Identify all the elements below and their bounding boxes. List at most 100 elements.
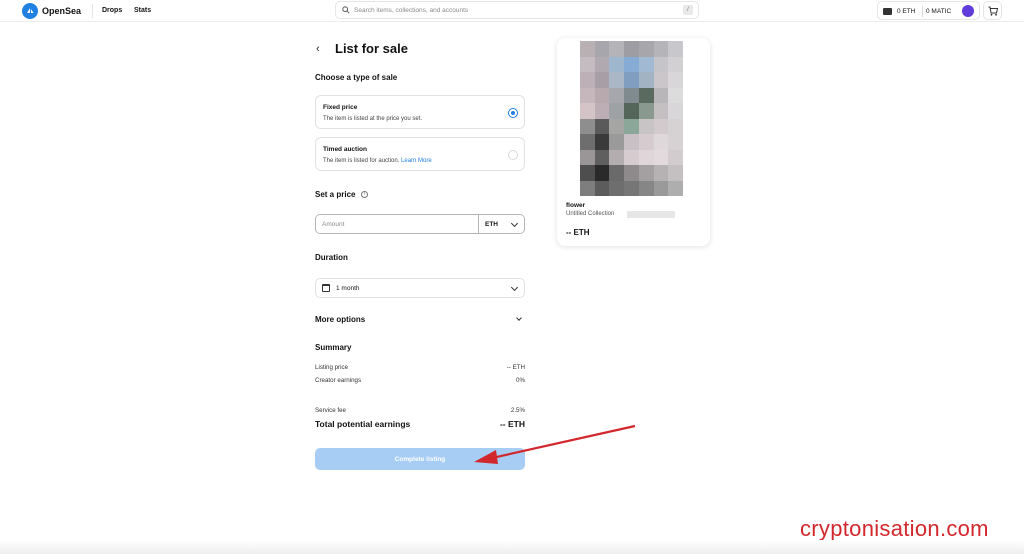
summary-value: 2.5%: [510, 407, 525, 414]
chevron-down-icon: [510, 219, 519, 228]
timed-auction-option[interactable]: Timed auction The item is listed for auc…: [315, 137, 525, 171]
pixel-cell: [624, 56, 639, 72]
summary-row: Service fee 2.5%: [315, 407, 525, 414]
pixel-cell: [580, 180, 595, 196]
opensea-logo-icon[interactable]: [22, 3, 38, 19]
pixel-cell: [638, 56, 654, 72]
search-input[interactable]: [354, 5, 674, 16]
pixel-cell: [624, 180, 639, 196]
summary-row: Creator earnings 0%: [315, 377, 525, 384]
price-heading: Set a price: [315, 190, 356, 199]
pixel-cell: [638, 87, 654, 103]
pixel-cell: [653, 41, 669, 57]
timed-auction-radio[interactable]: [508, 150, 518, 160]
nft-image: [580, 41, 683, 196]
pixel-cell: [609, 118, 625, 134]
avatar[interactable]: [962, 5, 974, 17]
pixel-cell: [653, 118, 669, 134]
more-options-toggle[interactable]: More options: [315, 314, 525, 326]
pixel-cell: [580, 72, 595, 88]
pixel-cell: [638, 118, 654, 134]
pixel-cell: [580, 149, 595, 165]
pixel-cell: [594, 149, 610, 165]
watermark: cryptonisation.com: [800, 516, 989, 541]
summary-value: -- ETH: [506, 364, 525, 371]
pixel-cell: [594, 118, 610, 134]
pixel-cell: [624, 118, 639, 134]
pixel-cell: [609, 134, 625, 150]
divider: [92, 4, 93, 18]
pixel-cell: [609, 165, 625, 181]
pixel-cell: [653, 134, 669, 150]
learn-more-link[interactable]: Learn More: [401, 158, 432, 164]
eth-balance: 0 ETH: [897, 8, 916, 15]
pixel-cell: [624, 165, 639, 181]
pixel-cell: [580, 134, 595, 150]
page-title: List for sale: [335, 41, 408, 56]
pixel-cell: [594, 87, 610, 103]
summary-row: Listing price -- ETH: [315, 364, 525, 371]
pixel-cell: [609, 56, 625, 72]
fixed-price-radio[interactable]: [508, 108, 518, 118]
pixel-cell: [668, 56, 683, 72]
pixel-cell: [580, 103, 595, 119]
amount-input[interactable]: [315, 214, 479, 234]
pixel-cell: [653, 72, 669, 88]
summary-value: 0%: [516, 377, 525, 384]
pixel-cell: [580, 87, 595, 103]
pixel-cell: [580, 41, 595, 57]
summary-label: Service fee: [315, 407, 346, 414]
currency-select[interactable]: ETH: [479, 214, 525, 234]
search-bar[interactable]: /: [335, 1, 699, 19]
nft-preview-card[interactable]: flower Untitled Collection -- ETH: [557, 38, 710, 246]
pixel-cell: [638, 72, 654, 88]
nft-collection: Untitled Collection: [566, 211, 615, 217]
pixel-cell: [668, 149, 683, 165]
pixel-cell: [668, 134, 683, 150]
chevron-down-icon: [516, 315, 522, 321]
option-desc-text: The item is listed for auction.: [323, 158, 400, 164]
pixel-cell: [609, 87, 625, 103]
pixel-cell: [638, 149, 654, 165]
summary-label: Listing price: [315, 364, 349, 371]
pixel-cell: [580, 118, 595, 134]
summary-label: Creator earnings: [315, 377, 362, 384]
pixel-cell: [653, 87, 669, 103]
pixel-cell: [653, 103, 669, 119]
back-button[interactable]: ‹: [316, 43, 320, 55]
pixel-cell: [638, 41, 654, 57]
calendar-icon: [322, 284, 330, 292]
pixel-cell: [594, 56, 610, 72]
pixel-cell: [638, 165, 654, 181]
cart-icon: [988, 6, 998, 16]
pixel-cell: [580, 56, 595, 72]
pixel-cell: [653, 56, 669, 72]
pixel-cell: [638, 103, 654, 119]
chevron-down-icon: [510, 283, 519, 292]
summary-heading: Summary: [315, 343, 352, 352]
info-icon[interactable]: i: [361, 191, 368, 198]
nav-drops[interactable]: Drops: [102, 7, 122, 14]
nft-price: -- ETH: [566, 228, 590, 237]
currency-value: ETH: [485, 221, 498, 228]
pixel-cell: [668, 180, 683, 196]
pixel-cell: [668, 118, 683, 134]
redacted-bar: [627, 211, 675, 218]
nav-stats[interactable]: Stats: [134, 7, 151, 14]
top-navbar: OpenSea Drops Stats / 0 ETH 0 MATIC: [0, 0, 1024, 22]
pixel-cell: [580, 165, 595, 181]
pixel-cell: [594, 103, 610, 119]
duration-select[interactable]: 1 month: [315, 278, 525, 298]
cart-button[interactable]: [983, 1, 1002, 20]
nft-name: flower: [566, 202, 586, 209]
pixel-cell: [624, 87, 639, 103]
pixel-cell: [668, 72, 683, 88]
brand-name[interactable]: OpenSea: [42, 6, 81, 16]
pixel-cell: [624, 103, 639, 119]
wallet-balance[interactable]: 0 ETH 0 MATIC: [877, 1, 980, 20]
divider: [922, 6, 923, 17]
fixed-price-option[interactable]: Fixed price The item is listed at the pr…: [315, 95, 525, 129]
option-title: Fixed price: [323, 104, 358, 111]
search-shortcut-badge: /: [683, 5, 693, 15]
pixel-cell: [653, 149, 669, 165]
